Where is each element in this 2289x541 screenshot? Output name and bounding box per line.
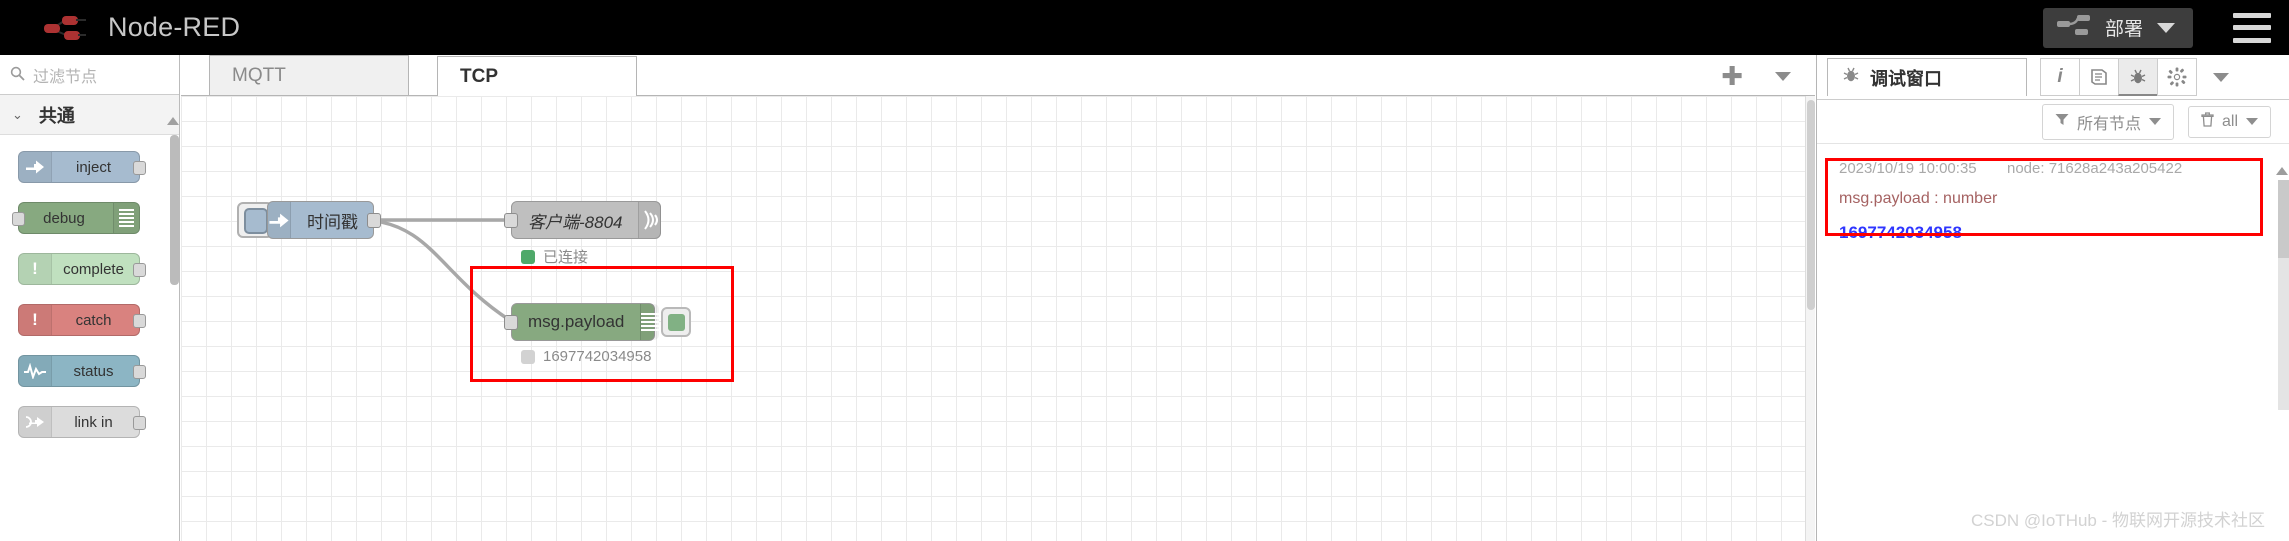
tab-mqtt[interactable]: MQTT	[209, 55, 409, 95]
chevron-down-icon[interactable]	[2157, 22, 2175, 33]
node-palette: 过滤节点 ⌄ 共通 inject debug ! complete ! catc…	[0, 55, 180, 541]
tcp-client-node-label: 客户端-8804	[528, 212, 623, 232]
clear-messages-label: all	[2221, 112, 2238, 130]
palette-search-placeholder: 过滤节点	[33, 68, 98, 86]
debug-filters: 所有节点 all	[1817, 100, 2289, 144]
info-icon[interactable]: i	[2040, 58, 2080, 96]
palette-scroll-up-arrow[interactable]	[167, 117, 179, 125]
bug-icon[interactable]	[2118, 58, 2158, 96]
tcp-client-node-status: 已连接	[521, 246, 588, 267]
palette-node-inject[interactable]: inject	[18, 151, 146, 183]
clear-messages-button[interactable]: all	[2187, 105, 2271, 138]
workspace: MQTT TCP ✚ 时间戳 客户端-8804 已连接 msg.payload …	[181, 55, 1815, 541]
palette-node-label: debug	[43, 209, 85, 227]
palette-node-label: complete	[63, 260, 124, 278]
palette-node-label: catch	[75, 311, 112, 329]
watermark: CSDN @IoTHub - 物联网开源技术社区	[1970, 511, 2265, 530]
app-title: Node-RED	[108, 12, 241, 42]
sidebar-tab-label: 调试窗口	[1870, 68, 1942, 89]
node-output-port[interactable]	[133, 161, 146, 175]
gear-icon[interactable]	[2157, 58, 2197, 96]
palette-node-complete[interactable]: ! complete	[18, 253, 146, 285]
debug-timestamp: 2023/10/19 10:00:35	[1839, 160, 1977, 177]
filter-nodes-button[interactable]: 所有节点	[2041, 103, 2174, 140]
deploy-node-icon	[2056, 13, 2091, 42]
flow-canvas[interactable]: 时间戳 客户端-8804 已连接 msg.payload 16977420349…	[181, 96, 1815, 541]
node-output-port[interactable]	[133, 416, 146, 430]
bug-icon	[1842, 66, 1860, 89]
palette-node-list: inject debug ! complete ! catch status l…	[0, 135, 179, 438]
chevron-down-icon	[2148, 118, 2161, 125]
book-icon[interactable]	[2079, 58, 2119, 96]
status-text: 已连接	[543, 249, 589, 266]
deploy-label: 部署	[2104, 19, 2143, 40]
node-output-port[interactable]	[133, 314, 146, 328]
chevron-down-icon: ⌄	[12, 106, 23, 122]
palette-node-label: status	[73, 362, 114, 380]
node-output-port[interactable]	[133, 263, 146, 277]
hamburger-menu-icon[interactable]	[2233, 12, 2271, 43]
sidebar-tab-debug[interactable]: 调试窗口	[1827, 58, 2027, 96]
flow-tabbar: MQTT TCP ✚	[181, 55, 1815, 96]
tab-tcp[interactable]: TCP	[437, 56, 637, 96]
chevron-down-icon	[2246, 118, 2258, 125]
plus-icon[interactable]: ✚	[1721, 63, 1743, 89]
palette-node-label: link in	[74, 413, 113, 431]
debug-sidebar: 调试窗口 i 所有节点 all 2023/10/19 10:00:35 node…	[1816, 55, 2289, 541]
palette-node-debug[interactable]: debug	[12, 202, 140, 234]
debug-message-value: 1697742034958	[1839, 223, 1962, 242]
node-output-port[interactable]	[133, 365, 146, 379]
inject-node-label: 时间戳	[307, 212, 358, 232]
tabbar-actions: ✚	[1721, 63, 1815, 95]
tcp-client-node[interactable]: 客户端-8804	[504, 201, 662, 239]
tab-label: MQTT	[232, 64, 286, 86]
canvas-vertical-scrollbar[interactable]	[1805, 96, 1815, 541]
inject-arrow-icon	[19, 152, 52, 182]
palette-category-common[interactable]: ⌄ 共通	[0, 95, 179, 135]
palette-node-label: inject	[75, 158, 112, 176]
exclamation-icon: !	[19, 254, 52, 284]
tab-label: TCP	[460, 65, 498, 87]
link-in-icon	[19, 407, 52, 437]
header-actions: 部署	[2042, 0, 2289, 55]
chevron-down-icon[interactable]	[2213, 72, 2229, 82]
palette-node-status[interactable]: status	[18, 355, 146, 387]
palette-scrollbar[interactable]	[170, 135, 179, 285]
search-icon	[10, 66, 25, 84]
status-dot	[521, 249, 535, 264]
exclamation-icon: !	[19, 305, 52, 335]
sidebar-scrollbar[interactable]	[2278, 180, 2289, 410]
debug-message-list: 2023/10/19 10:00:35 node: 71628a243a2054…	[1817, 144, 2289, 253]
pulse-wave-icon	[19, 356, 52, 386]
debug-bars-icon	[113, 203, 139, 233]
filter-icon	[2055, 113, 2069, 131]
sidebar-icon-buttons: i	[2040, 58, 2197, 96]
debug-message-property: msg.payload : number	[1839, 190, 1998, 207]
flow-wires	[365, 218, 512, 323]
node-red-logo-icon	[42, 12, 92, 44]
debug-message[interactable]: 2023/10/19 10:00:35 node: 71628a243a2054…	[1829, 154, 2289, 253]
sidebar-scroll-up-arrow[interactable]	[2276, 167, 2288, 175]
annotation-highlight-debug	[470, 266, 734, 382]
deploy-button[interactable]: 部署	[2042, 7, 2193, 48]
brand: Node-RED	[0, 12, 240, 44]
app-header: Node-RED 部署	[0, 0, 2289, 55]
inject-node[interactable]: 时间戳	[267, 201, 381, 239]
tcp-signal-icon	[638, 202, 662, 238]
trash-icon	[2201, 111, 2214, 132]
palette-search[interactable]: 过滤节点	[0, 55, 179, 95]
node-input-port[interactable]	[12, 212, 25, 226]
chevron-down-icon[interactable]	[1775, 71, 1791, 81]
inject-arrow-icon	[268, 202, 291, 238]
node-output-port[interactable]	[367, 213, 381, 228]
sidebar-header: 调试窗口 i	[1817, 55, 2289, 100]
palette-node-link-in[interactable]: link in	[18, 406, 146, 438]
debug-node-id: node: 71628a243a205422	[2006, 160, 2183, 177]
node-red-editor: Node-RED 部署 过滤节点 ⌄ 共通 inject debug ! com…	[0, 0, 2289, 541]
filter-nodes-label: 所有节点	[2076, 115, 2141, 133]
node-input-port[interactable]	[504, 213, 518, 228]
palette-category-label: 共通	[38, 105, 75, 126]
debug-message-meta: 2023/10/19 10:00:35 node: 71628a243a2054…	[1839, 160, 2279, 177]
palette-node-catch[interactable]: ! catch	[18, 304, 146, 336]
